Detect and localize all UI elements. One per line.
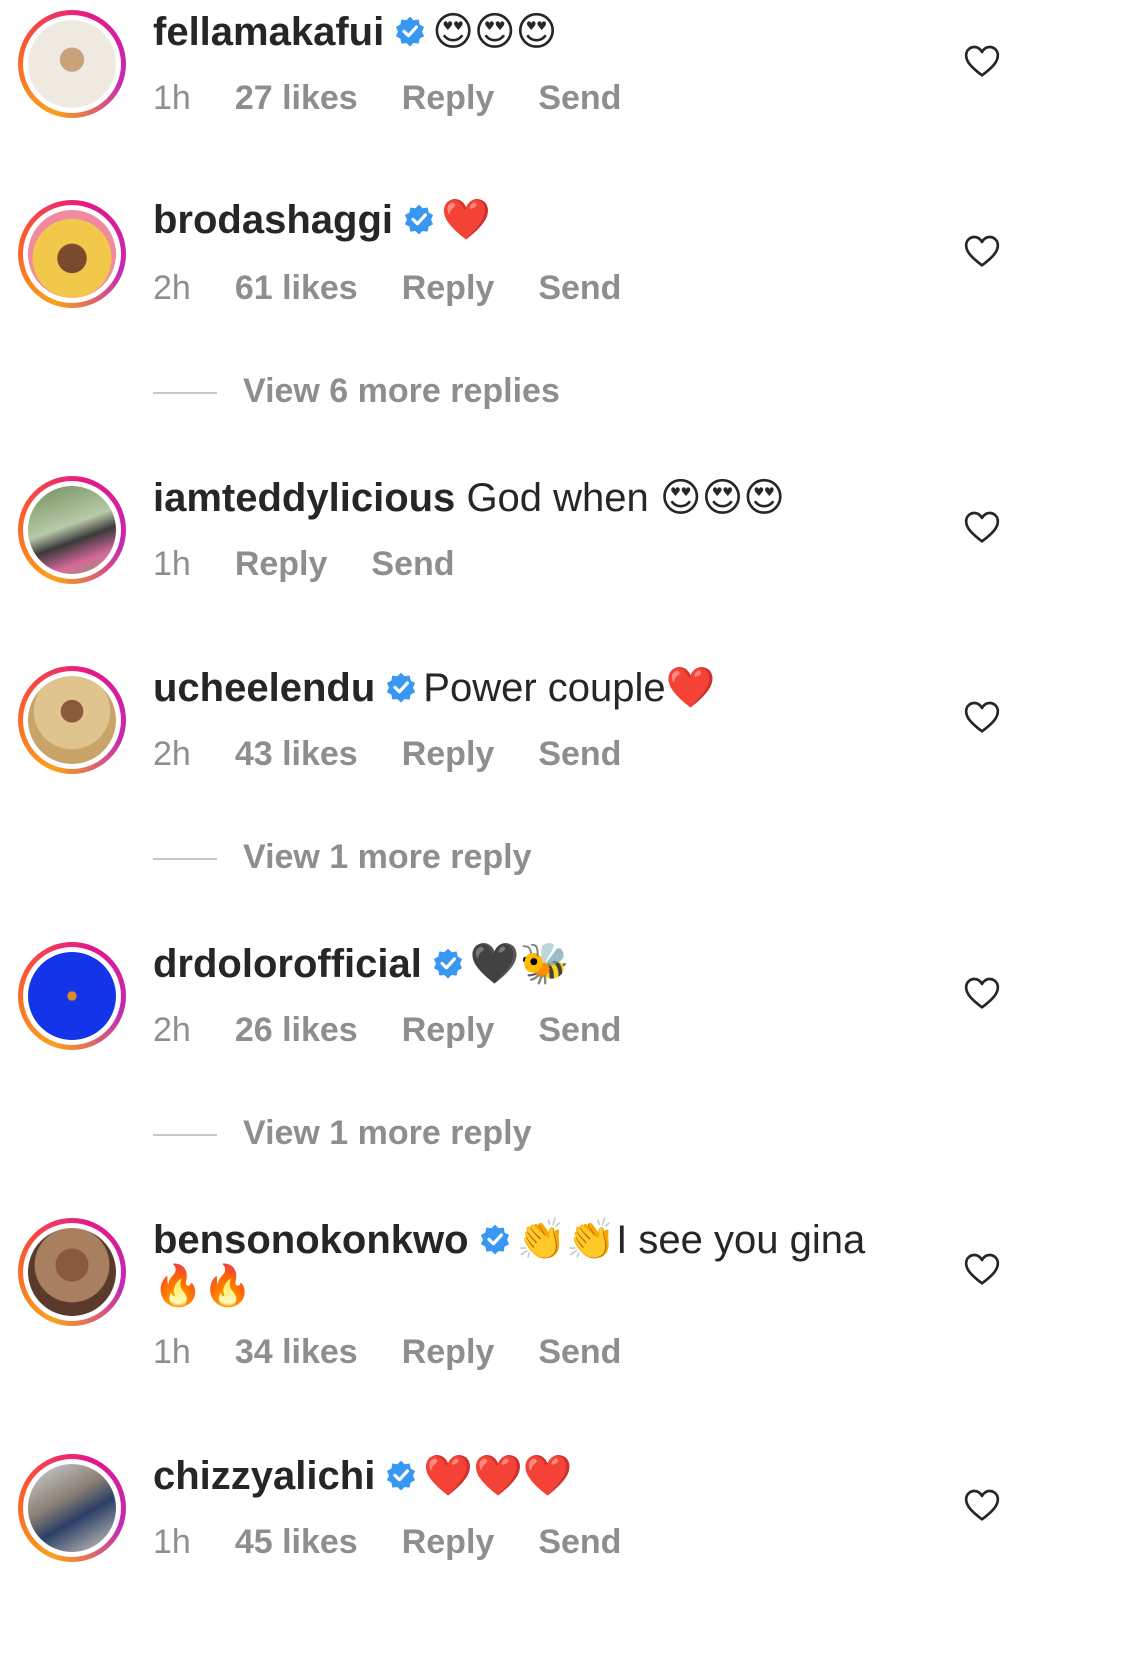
comment-emoji: ❤️❤️❤️	[423, 1453, 573, 1499]
likes-count[interactable]: 34 likes	[235, 1333, 358, 1371]
avatar-story-ring[interactable]	[18, 1454, 126, 1562]
avatar-story-ring[interactable]	[18, 1218, 126, 1326]
likes-count[interactable]: 26 likes	[235, 1011, 358, 1049]
view-more-replies-label: View 6 more replies	[243, 372, 560, 410]
view-more-replies-label: View 1 more reply	[243, 1114, 532, 1152]
comment-username[interactable]: brodashaggi	[153, 198, 393, 242]
comment-username[interactable]: ucheelendu	[153, 666, 375, 710]
comment-time: 1h	[153, 79, 191, 117]
comment-emoji: 😍😍😍	[659, 475, 786, 521]
comment-text: God when	[466, 476, 649, 520]
view-more-replies-label: View 1 more reply	[243, 838, 532, 876]
view-more-replies-button[interactable]: View 1 more reply	[153, 838, 532, 877]
send-button[interactable]: Send	[538, 1523, 621, 1561]
likes-count[interactable]: 27 likes	[235, 79, 358, 117]
comment-emoji: 😍😍😍	[432, 9, 558, 55]
avatar-photo	[28, 486, 116, 574]
divider	[153, 1134, 217, 1137]
comment-emoji-continuation: 🔥🔥	[153, 1263, 253, 1309]
verified-badge-icon	[387, 673, 416, 703]
comment-time: 2h	[153, 735, 191, 773]
send-button[interactable]: Send	[371, 545, 454, 583]
comment-username[interactable]: drdolorofficial	[153, 942, 422, 986]
comment-time: 2h	[153, 1011, 191, 1049]
reply-button[interactable]: Reply	[402, 269, 495, 307]
reply-button[interactable]: Reply	[402, 79, 495, 117]
send-button[interactable]: Send	[538, 79, 621, 117]
heart-outline-icon[interactable]	[962, 974, 1002, 1014]
avatar-story-ring[interactable]	[18, 200, 126, 308]
comment-username[interactable]: chizzyalichi	[153, 1454, 375, 1498]
reply-button[interactable]: Reply	[402, 1011, 495, 1049]
reply-button[interactable]: Reply	[235, 545, 328, 583]
send-button[interactable]: Send	[538, 735, 621, 773]
comment-text: I see you gina	[616, 1218, 866, 1262]
likes-count[interactable]: 61 likes	[235, 269, 358, 307]
likes-count[interactable]: 43 likes	[235, 735, 358, 773]
comment-emoji: 👏👏	[516, 1217, 617, 1263]
avatar-photo	[28, 210, 116, 298]
heart-outline-icon[interactable]	[962, 42, 1002, 82]
heart-outline-icon[interactable]	[962, 232, 1002, 272]
view-more-replies-button[interactable]: View 1 more reply	[153, 1114, 532, 1153]
comment-time: 1h	[153, 1333, 191, 1371]
comment-text: Power couple	[423, 666, 666, 710]
comment-emoji: ❤️	[665, 665, 716, 711]
heart-outline-icon[interactable]	[962, 698, 1002, 738]
comment-time: 1h	[153, 545, 191, 583]
likes-count[interactable]: 45 likes	[235, 1523, 358, 1561]
verified-badge-icon	[404, 205, 434, 235]
heart-outline-icon[interactable]	[962, 508, 1002, 548]
view-more-replies-button[interactable]: View 6 more replies	[153, 372, 560, 411]
verified-badge-icon	[396, 17, 425, 47]
avatar-photo	[28, 20, 116, 108]
comment-time: 1h	[153, 1523, 191, 1561]
avatar-story-ring[interactable]	[18, 666, 126, 774]
divider	[153, 858, 217, 861]
verified-badge-icon	[387, 1461, 416, 1491]
avatar-photo	[28, 1464, 116, 1552]
avatar-story-ring[interactable]	[18, 476, 126, 584]
verified-badge-icon	[480, 1225, 509, 1255]
send-button[interactable]: Send	[538, 1333, 621, 1371]
comment-username[interactable]: iamteddylicious	[153, 476, 455, 520]
avatar-photo	[28, 952, 116, 1040]
comment-emoji: 🖤🐝	[469, 941, 570, 987]
send-button[interactable]: Send	[538, 1011, 621, 1049]
avatar-story-ring[interactable]	[18, 942, 126, 1050]
comment-username[interactable]: fellamakafui	[153, 10, 384, 54]
verified-badge-icon	[433, 949, 462, 979]
heart-outline-icon[interactable]	[962, 1486, 1002, 1526]
reply-button[interactable]: Reply	[402, 1333, 495, 1371]
heart-outline-icon[interactable]	[962, 1250, 1002, 1290]
avatar-story-ring[interactable]	[18, 10, 126, 118]
comment-emoji: ❤️	[441, 197, 491, 243]
send-button[interactable]: Send	[538, 269, 621, 307]
avatar-photo	[28, 1228, 116, 1316]
divider	[153, 392, 217, 395]
reply-button[interactable]: Reply	[402, 1523, 495, 1561]
reply-button[interactable]: Reply	[402, 735, 495, 773]
comment-username[interactable]: bensonokonkwo	[153, 1218, 469, 1262]
comment-time: 2h	[153, 269, 191, 307]
avatar-photo	[28, 676, 116, 764]
